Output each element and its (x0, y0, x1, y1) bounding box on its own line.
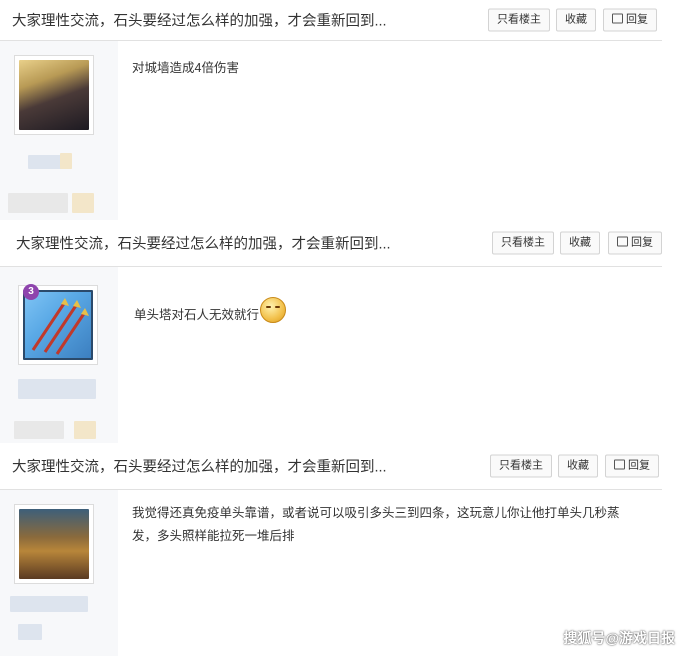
comment-icon (612, 13, 623, 24)
thread-header-1: 大家理性交流，石头要经过怎么样的加强，才会重新回到... 只看楼主 收藏 回复 (0, 0, 689, 42)
thread-title[interactable]: 大家理性交流，石头要经过怎么样的加强，才会重新回到... (12, 10, 387, 31)
arrows-card-art (31, 298, 89, 355)
comment-icon (614, 459, 625, 470)
thread-title[interactable]: 大家理性交流，石头要经过怎么样的加强，才会重新回到... (16, 233, 391, 254)
avatar[interactable] (14, 55, 94, 135)
thread-title-bar: 大家理性交流，石头要经过怎么样的加强，才会重新回到... 只看楼主 收藏 回复 (0, 0, 662, 41)
username-blurred (18, 379, 96, 399)
watermark-text: 搜狐号@游戏日报 (563, 630, 675, 646)
user-sidebar (0, 490, 118, 656)
avatar-image (19, 509, 89, 579)
reply-button[interactable]: 回复 (603, 8, 657, 32)
thread-header-3: 大家理性交流，石头要经过怎么样的加强，才会重新回到... 只看楼主 收藏 回复 (0, 443, 689, 491)
avatar-image (23, 290, 93, 360)
post-content: 单头塔对石人无效就行 (134, 297, 634, 327)
favorite-button[interactable]: 收藏 (556, 8, 596, 32)
avatar-image (19, 60, 89, 130)
only-op-button[interactable]: 只看楼主 (488, 8, 550, 32)
only-op-button[interactable]: 只看楼主 (490, 454, 552, 478)
post-content: 我觉得还真免疫单头靠谱，或者说可以吸引多头三到四条，这玩意儿你让他打单头几秒蒸发… (132, 506, 620, 543)
post-2: 3 单头塔对石人无效就行 (0, 267, 662, 443)
favorite-button[interactable]: 收藏 (558, 454, 598, 478)
user-info-blurred (14, 421, 64, 439)
smile-emoji-icon (260, 297, 287, 323)
reply-label: 回复 (631, 236, 653, 249)
thread-title[interactable]: 大家理性交流，石头要经过怎么样的加强，才会重新回到... (12, 456, 387, 477)
reply-label: 回复 (626, 13, 648, 26)
user-info-blurred (18, 624, 42, 640)
post-text: 单头塔对石人无效就行 (134, 308, 260, 322)
reply-label: 回复 (628, 459, 650, 472)
user-sidebar (0, 41, 118, 221)
thread-title-bar: 大家理性交流，石头要经过怎么样的加强，才会重新回到... 只看楼主 收藏 回复 (0, 220, 662, 267)
card-level-badge: 3 (23, 284, 39, 300)
user-sidebar: 3 (0, 267, 118, 443)
user-info-blurred (8, 193, 68, 213)
post-content: 对城墙造成4倍伤害 (132, 61, 239, 75)
only-op-button[interactable]: 只看楼主 (492, 231, 554, 255)
thread-header-2: 大家理性交流，石头要经过怎么样的加强，才会重新回到... 只看楼主 收藏 回复 (0, 220, 689, 268)
post-1: 对城墙造成4倍伤害 (0, 41, 662, 221)
user-level-blurred (72, 193, 94, 213)
favorite-button[interactable]: 收藏 (560, 231, 600, 255)
reply-button[interactable]: 回复 (605, 454, 659, 478)
avatar[interactable] (14, 504, 94, 584)
user-badge-blurred (60, 153, 72, 169)
comment-icon (617, 236, 628, 247)
reply-button[interactable]: 回复 (608, 231, 662, 255)
avatar[interactable]: 3 (18, 284, 98, 365)
username-blurred (10, 596, 88, 612)
user-level-blurred (74, 421, 96, 439)
thread-title-bar: 大家理性交流，石头要经过怎么样的加强，才会重新回到... 只看楼主 收藏 回复 (0, 443, 662, 490)
